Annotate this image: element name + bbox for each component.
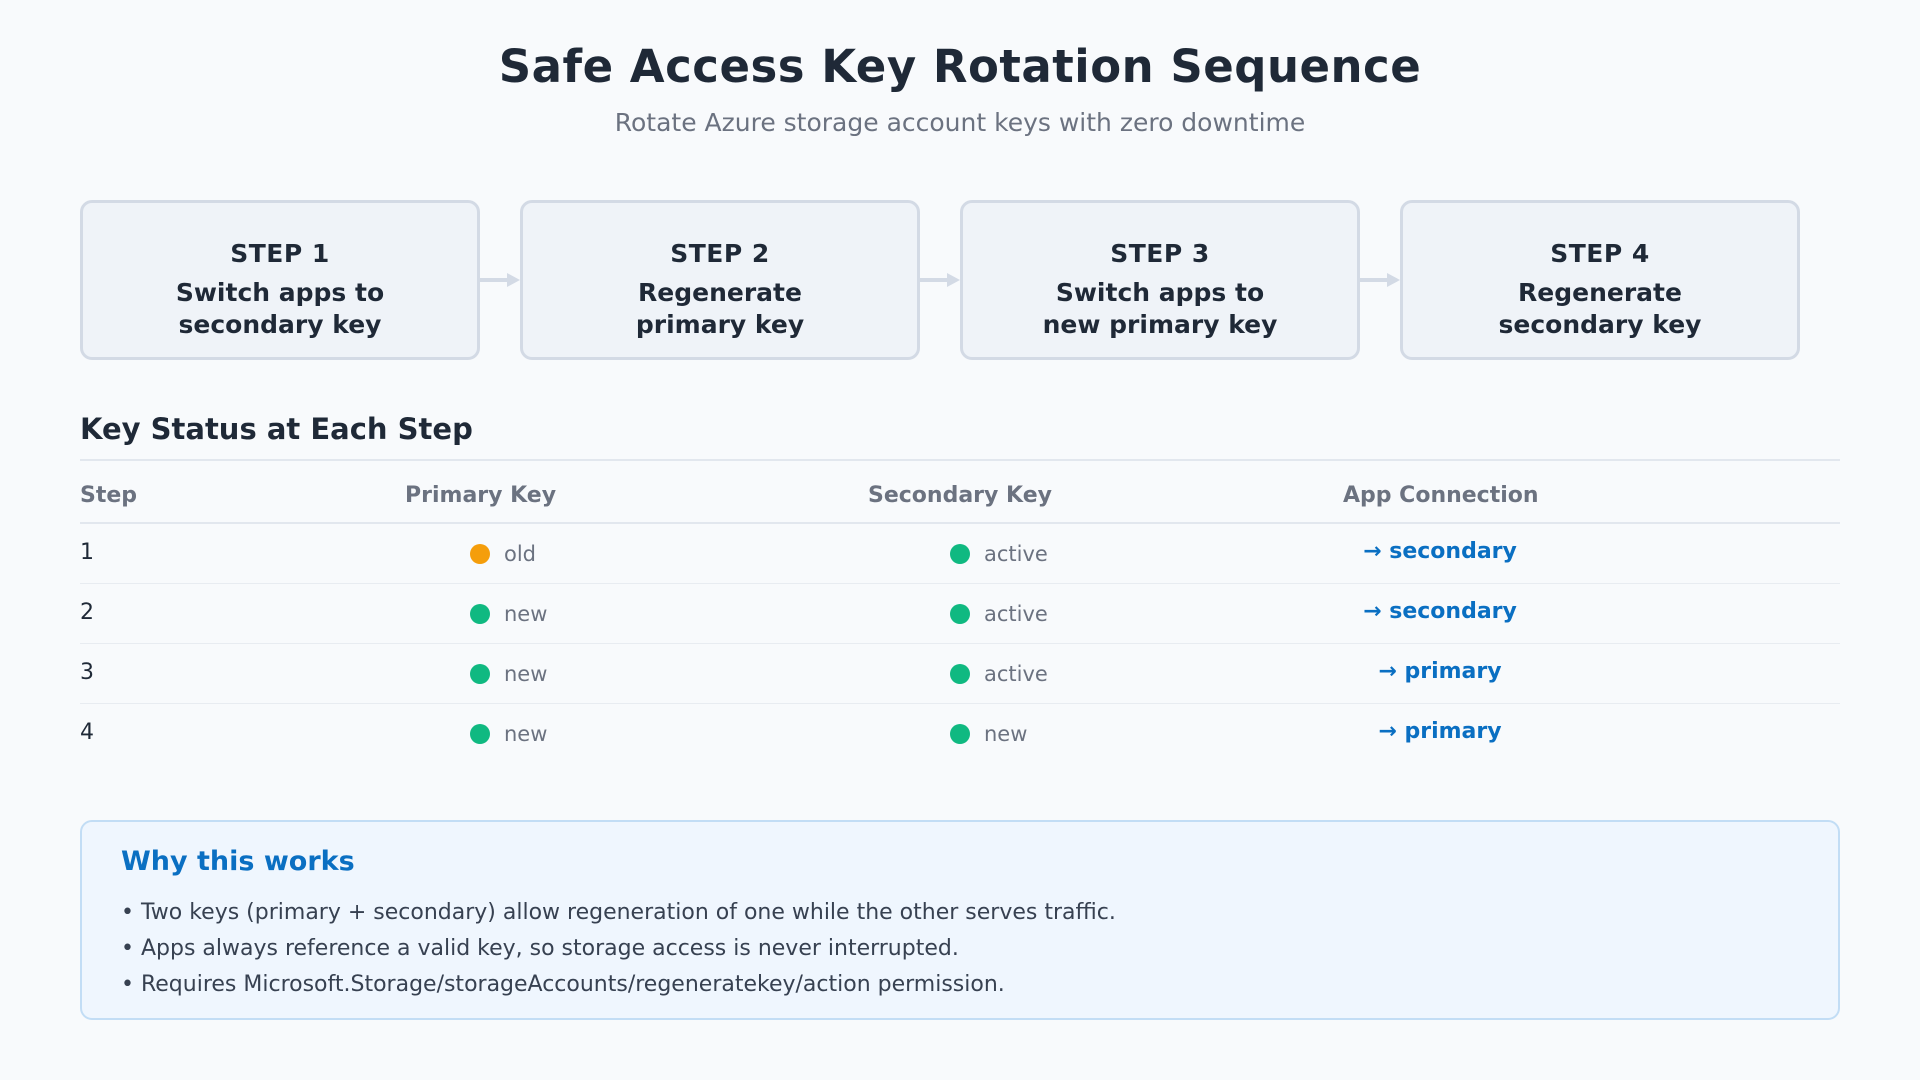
app-connection-target: → primary xyxy=(1378,719,1502,744)
step-description: Regenerate primary key xyxy=(523,277,917,341)
status-dot-icon xyxy=(950,664,970,684)
row-step: 1 xyxy=(80,540,94,565)
primary-key-status: new xyxy=(470,660,547,688)
step-number: STEP 1 xyxy=(230,239,330,268)
step-card-2: STEP 2 Regenerate primary key xyxy=(520,200,920,360)
step-number: STEP 2 xyxy=(670,239,770,268)
callout-title: Why this works xyxy=(121,846,355,877)
flow-arrow-icon xyxy=(920,273,960,287)
table-header: Step Primary Key Secondary Key App Conne… xyxy=(80,470,1840,524)
table-row: 3 new active → primary xyxy=(80,644,1840,704)
primary-key-status-label: new xyxy=(504,722,548,746)
secondary-key-status-label: active xyxy=(984,542,1048,566)
step-number: STEP 4 xyxy=(1550,239,1650,268)
primary-key-status: new xyxy=(470,720,547,748)
key-status-table: Step Primary Key Secondary Key App Conne… xyxy=(80,470,1840,764)
primary-key-status-label: new xyxy=(504,662,548,686)
section-divider xyxy=(80,459,1840,461)
section-heading: Key Status at Each Step xyxy=(80,412,473,446)
primary-key-status-label: new xyxy=(504,602,548,626)
step-description-line: Regenerate xyxy=(638,278,802,307)
step-description-line: new primary key xyxy=(1042,310,1278,339)
primary-key-status: old xyxy=(470,540,536,568)
secondary-key-status: active xyxy=(950,600,1048,628)
secondary-key-status: active xyxy=(950,660,1048,688)
app-connection-target: → primary xyxy=(1378,659,1502,684)
list-item: • Requires Microsoft.Storage/storageAcco… xyxy=(121,972,1005,997)
step-description-line: secondary key xyxy=(1498,310,1702,339)
app-connection-target: → secondary xyxy=(1363,539,1517,564)
table-row: 2 new active → secondary xyxy=(80,584,1840,644)
step-description-line: Switch apps to xyxy=(1055,278,1265,307)
table-row: 1 old active → secondary xyxy=(80,524,1840,584)
secondary-key-status: active xyxy=(950,540,1048,568)
column-header-app-connection: App Connection xyxy=(1343,483,1539,508)
table-row: 4 new new → primary xyxy=(80,704,1840,764)
column-header-secondary-key: Secondary Key xyxy=(868,483,1052,508)
info-callout: Why this works • Two keys (primary + sec… xyxy=(80,820,1840,1020)
status-dot-icon xyxy=(470,604,490,624)
step-description-line: Switch apps to xyxy=(175,278,385,307)
row-step: 3 xyxy=(80,660,94,685)
step-description-line: primary key xyxy=(635,310,805,339)
step-description: Switch apps to secondary key xyxy=(83,277,477,341)
status-dot-icon xyxy=(950,724,970,744)
step-number: STEP 3 xyxy=(1110,239,1210,268)
page: Safe Access Key Rotation Sequence Rotate… xyxy=(0,0,1920,1080)
status-dot-icon xyxy=(950,544,970,564)
primary-key-status-label: old xyxy=(504,542,537,566)
flow-arrow-icon xyxy=(480,273,520,287)
status-dot-icon xyxy=(470,544,490,564)
primary-key-status: new xyxy=(470,600,547,628)
secondary-key-status-label: active xyxy=(984,602,1048,626)
secondary-key-status: new xyxy=(950,720,1027,748)
step-description-line: Regenerate xyxy=(1518,278,1682,307)
step-description: Switch apps to new primary key xyxy=(963,277,1357,341)
step-card-3: STEP 3 Switch apps to new primary key xyxy=(960,200,1360,360)
step-card-1: STEP 1 Switch apps to secondary key xyxy=(80,200,480,360)
list-item: • Two keys (primary + secondary) allow r… xyxy=(121,900,1116,925)
column-header-primary-key: Primary Key xyxy=(405,483,557,508)
step-description-line: secondary key xyxy=(178,310,382,339)
status-dot-icon xyxy=(950,604,970,624)
list-item: • Apps always reference a valid key, so … xyxy=(121,936,959,961)
secondary-key-status-label: active xyxy=(984,662,1048,686)
status-dot-icon xyxy=(470,724,490,744)
step-description: Regenerate secondary key xyxy=(1403,277,1797,341)
callout-list: • Two keys (primary + secondary) allow r… xyxy=(121,895,1116,1003)
status-dot-icon xyxy=(470,664,490,684)
app-connection-target: → secondary xyxy=(1363,599,1517,624)
flow-arrow-icon xyxy=(1360,273,1400,287)
step-flow: STEP 1 Switch apps to secondary key STEP… xyxy=(0,0,1920,370)
row-step: 4 xyxy=(80,720,94,745)
row-step: 2 xyxy=(80,600,94,625)
secondary-key-status-label: new xyxy=(984,722,1028,746)
column-header-step: Step xyxy=(80,483,138,508)
step-card-4: STEP 4 Regenerate secondary key xyxy=(1400,200,1800,360)
